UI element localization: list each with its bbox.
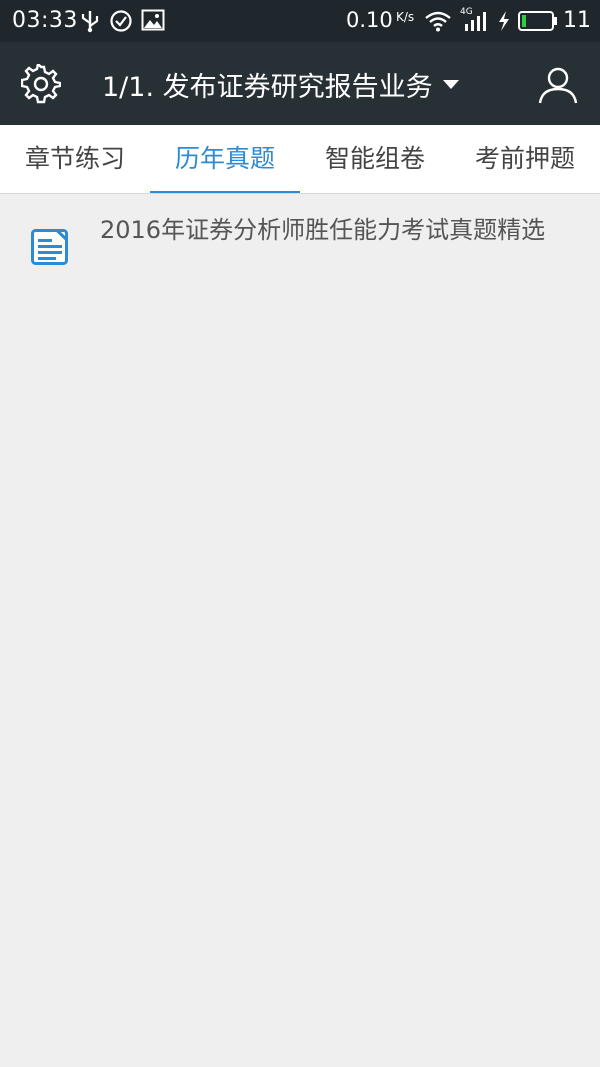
list-item[interactable]: 2016年证券分析师胜任能力考试真题精选 [0,200,600,292]
account-icon[interactable] [536,63,580,107]
network-speed: 0.10 [346,8,393,32]
gear-icon[interactable] [21,64,61,104]
tab-chapter-practice[interactable]: 章节练习 [0,125,150,193]
subject-selector[interactable]: 1/1. 发布证券研究报告业务 [102,65,459,103]
charging-icon [499,11,509,31]
tab-past-exams[interactable]: 历年真题 [150,125,300,193]
dropdown-caret-icon [442,79,459,89]
wifi-icon [425,11,451,32]
tab-smart-paper[interactable]: 智能组卷 [300,125,450,193]
tab-active-indicator [150,191,300,193]
tab-pre-exam-predictions[interactable]: 考前押题 [450,125,600,193]
battery-percent: 11 [563,8,591,33]
usb-icon [81,11,99,33]
app-title: 1/1. 发布证券研究报告业务 [102,71,433,103]
signal-icon [465,12,486,31]
status-time: 03:33 [12,8,78,33]
app-bar: 1/1. 发布证券研究报告业务 [0,42,600,125]
network-speed-unit: K/s [396,10,415,24]
image-icon [141,9,165,31]
battery-icon [518,11,557,31]
list-item-title: 2016年证券分析师胜任能力考试真题精选 [100,216,546,244]
tab-bar: 章节练习 历年真题 智能组卷 考前押题 [0,125,600,194]
document-icon [31,229,69,265]
check-circle-icon [110,10,132,32]
status-bar: 03:33 0.10 K/s 4G 11 [0,0,600,42]
